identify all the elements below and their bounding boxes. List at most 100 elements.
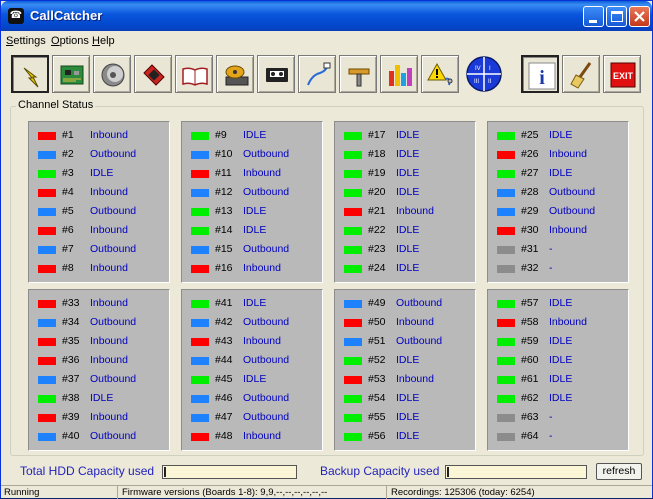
channel-row[interactable]: #30 Inbound (497, 224, 627, 238)
channel-row[interactable]: #49 Outbound (344, 297, 474, 311)
channel-row[interactable]: #32- (497, 262, 627, 276)
channel-row[interactable]: #54 IDLE (344, 392, 474, 406)
channel-row[interactable]: #13 IDLE (191, 205, 321, 219)
menu-settings[interactable]: Settings (6, 35, 46, 47)
channel-row[interactable]: #25 IDLE (497, 129, 627, 143)
toolbar-button-tools[interactable] (339, 55, 377, 93)
title-bar[interactable]: ☎ CallCatcher (1, 1, 652, 31)
channel-row[interactable]: #31- (497, 243, 627, 257)
channel-row[interactable]: #18 IDLE (344, 148, 474, 162)
channel-row[interactable]: #29 Outbound (497, 205, 627, 219)
channel-row[interactable]: #44 Outbound (191, 354, 321, 368)
channel-row[interactable]: #40 Outbound (38, 430, 168, 444)
channel-status-text: IDLE (396, 354, 420, 366)
channel-status-led (38, 433, 56, 441)
minimize-button[interactable] (583, 6, 604, 27)
channel-row[interactable]: #45 IDLE (191, 373, 321, 387)
channel-row[interactable]: #1 Inbound (38, 129, 168, 143)
app-icon[interactable]: ☎ (8, 8, 24, 24)
channel-row[interactable]: #10 Outbound (191, 148, 321, 162)
toolbar-button-cleanup[interactable] (562, 55, 600, 93)
channel-row[interactable]: #50 Inbound (344, 316, 474, 330)
channel-row[interactable]: #48 Inbound (191, 430, 321, 444)
toolbar-button-statistics[interactable] (380, 55, 418, 93)
channel-row[interactable]: #58 Inbound (497, 316, 627, 330)
toolbar-button-sectors[interactable]: IV I III II (465, 55, 503, 93)
channel-row[interactable]: #16 Inbound (191, 262, 321, 276)
toolbar-button-network[interactable] (298, 55, 336, 93)
channel-row[interactable]: #6 Inbound (38, 224, 168, 238)
channel-row[interactable]: #37 Outbound (38, 373, 168, 387)
channel-row[interactable]: #5 Outbound (38, 205, 168, 219)
toolbar-button-telephone[interactable] (134, 55, 172, 93)
channel-row[interactable]: #17 IDLE (344, 129, 474, 143)
channel-row[interactable]: #22 IDLE (344, 224, 474, 238)
channel-row[interactable]: #33 Inbound (38, 297, 168, 311)
channel-status-led (497, 433, 515, 441)
channel-row[interactable]: #36 Inbound (38, 354, 168, 368)
channel-row[interactable]: #56 IDLE (344, 430, 474, 444)
channel-row[interactable]: #20 IDLE (344, 186, 474, 200)
channel-row[interactable]: #47 Outbound (191, 411, 321, 425)
channel-row[interactable]: #46 Outbound (191, 392, 321, 406)
channel-status-text: IDLE (396, 411, 420, 423)
toolbar-button-info[interactable]: i (521, 55, 559, 93)
maximize-button[interactable] (606, 6, 627, 27)
channel-number: #38 (62, 392, 80, 404)
channel-row[interactable]: #19 IDLE (344, 167, 474, 181)
channel-row[interactable]: #15 Outbound (191, 243, 321, 257)
channel-row[interactable]: #38 IDLE (38, 392, 168, 406)
channel-row[interactable]: #43 Inbound (191, 335, 321, 349)
channel-row[interactable]: #34 Outbound (38, 316, 168, 330)
channel-row[interactable]: #2 Outbound (38, 148, 168, 162)
channel-row[interactable]: #27 IDLE (497, 167, 627, 181)
channel-row[interactable]: #60 IDLE (497, 354, 627, 368)
channel-status-text: IDLE (396, 129, 420, 141)
channel-status-led (497, 208, 515, 216)
channel-row[interactable]: #61 IDLE (497, 373, 627, 387)
channel-row[interactable]: #4 Inbound (38, 186, 168, 200)
channel-row[interactable]: #39 Inbound (38, 411, 168, 425)
channel-row[interactable]: #42 Outbound (191, 316, 321, 330)
channel-row[interactable]: #21 Inbound (344, 205, 474, 219)
toolbar-button-warning[interactable] (421, 55, 459, 93)
window-title: CallCatcher (30, 8, 103, 23)
channel-status-text: IDLE (549, 354, 573, 366)
toolbar-button-lightning[interactable] (11, 55, 49, 93)
channel-row[interactable]: #14 IDLE (191, 224, 321, 238)
channel-row[interactable]: #7 Outbound (38, 243, 168, 257)
channel-row[interactable]: #26 Inbound (497, 148, 627, 162)
channel-row[interactable]: #51 Outbound (344, 335, 474, 349)
menu-options[interactable]: Options (51, 35, 89, 47)
channel-row[interactable]: #57 IDLE (497, 297, 627, 311)
channel-row[interactable]: #11 Inbound (191, 167, 321, 181)
channel-row[interactable]: #23 IDLE (344, 243, 474, 257)
toolbar-button-harddisk[interactable] (216, 55, 254, 93)
channel-row[interactable]: #9 IDLE (191, 129, 321, 143)
channel-row[interactable]: #41 IDLE (191, 297, 321, 311)
menu-help[interactable]: Help (92, 35, 115, 47)
channel-row[interactable]: #64- (497, 430, 627, 444)
channel-row[interactable]: #8 Inbound (38, 262, 168, 276)
close-button[interactable] (629, 6, 650, 27)
channel-row[interactable]: #63- (497, 411, 627, 425)
channel-row[interactable]: #12 Outbound (191, 186, 321, 200)
channel-row[interactable]: #59 IDLE (497, 335, 627, 349)
toolbar-button-disc[interactable] (93, 55, 131, 93)
toolbar-button-cassette[interactable] (257, 55, 295, 93)
toolbar-button-boards[interactable] (52, 55, 90, 93)
refresh-button[interactable]: refresh (596, 463, 642, 480)
toolbar-button-exit[interactable]: EXIT (603, 55, 641, 93)
channel-number: #52 (368, 354, 386, 366)
channel-status-led (344, 151, 362, 159)
channel-row[interactable]: #3 IDLE (38, 167, 168, 181)
channel-row[interactable]: #62 IDLE (497, 392, 627, 406)
channel-row[interactable]: #28 Outbound (497, 186, 627, 200)
channel-row[interactable]: #55 IDLE (344, 411, 474, 425)
channel-row[interactable]: #53 Inbound (344, 373, 474, 387)
channel-row[interactable]: #52 IDLE (344, 354, 474, 368)
channel-row[interactable]: #24 IDLE (344, 262, 474, 276)
channel-row[interactable]: #35 Inbound (38, 335, 168, 349)
toolbar-button-book[interactable] (175, 55, 213, 93)
channel-panel: #17 IDLE #18 IDLE #19 IDLE #20 IDLE #21 Inbound #2… (334, 121, 476, 283)
